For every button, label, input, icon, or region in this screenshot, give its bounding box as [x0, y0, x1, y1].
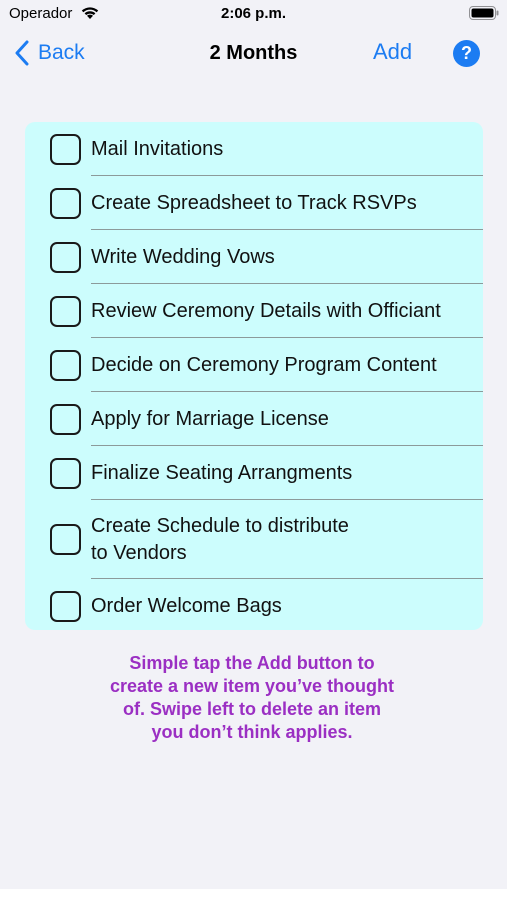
checklist-item-label-line: Create Schedule to distribute [91, 515, 349, 537]
hint-line: Simple tap the Add button to [129, 653, 375, 673]
checklist-item-label-line: Finalize Seating Arrangments [91, 462, 353, 484]
checkbox[interactable] [50, 591, 81, 622]
navigation-bar: Back 2 Months Add ? [0, 30, 507, 76]
checklist-item-label: Finalize Seating Arrangments [91, 460, 471, 487]
hint-text: Simple tap the Add button to create a new… [60, 652, 444, 744]
back-button[interactable]: Back [14, 38, 85, 68]
checklist-item-label: Apply for Marriage License [91, 406, 471, 433]
battery-icon [469, 6, 499, 20]
checkbox[interactable] [50, 524, 81, 555]
checkbox[interactable] [50, 350, 81, 381]
checklist-item[interactable]: Finalize Seating Arrangments [25, 446, 483, 500]
checkbox[interactable] [50, 296, 81, 327]
checklist-item-label: Decide on Ceremony Program Content [91, 352, 471, 379]
checklist-item-label-line: Review Ceremony Details with Officiant [91, 300, 441, 322]
checklist-item[interactable]: Create Spreadsheet to Track RSVPs [25, 176, 483, 230]
checkbox[interactable] [50, 458, 81, 489]
checkbox[interactable] [50, 242, 81, 273]
checklist-item[interactable]: Write Wedding Vows [25, 230, 483, 284]
back-label: Back [38, 41, 85, 64]
checkbox[interactable] [50, 404, 81, 435]
checklist-item-label: Create Spreadsheet to Track RSVPs [91, 190, 471, 217]
checklist-item-label-line: Mail Invitations [91, 138, 224, 160]
checklist-item-label-line: Apply for Marriage License [91, 408, 329, 430]
question-mark-icon: ? [461, 43, 472, 63]
checklist-item-label-line: Order Welcome Bags [91, 595, 282, 617]
checklist-item[interactable]: Apply for Marriage License [25, 392, 483, 446]
screen-background: Operador 2:06 p.m. Back 2 Months Add ? M… [0, 0, 507, 889]
checklist-item-label-line: Create Spreadsheet to Track RSVPs [91, 192, 417, 214]
checklist-item[interactable]: Review Ceremony Details with Officiant [25, 284, 483, 338]
checklist-item-label: Review Ceremony Details with Officiant [91, 298, 471, 325]
add-button[interactable]: Add [373, 39, 412, 65]
checklist-item[interactable]: Order Welcome Bags [25, 579, 483, 630]
checklist-item[interactable]: Create Schedule to distribute to Vendors [25, 500, 483, 579]
checklist-item-label: Create Schedule to distribute to Vendors [91, 513, 471, 567]
hint-line: create a new item you’ve thought [109, 676, 395, 696]
checklist-item-label: Order Welcome Bags [91, 593, 471, 620]
hint-line: you don’t think applies. [151, 722, 353, 742]
status-time: 2:06 p.m. [220, 5, 287, 22]
checklist-item-label-line: Decide on Ceremony Program Content [91, 354, 437, 376]
hint-line: of. Swipe left to delete an item [122, 699, 382, 719]
checkbox[interactable] [50, 188, 81, 219]
checklist-item[interactable]: Mail Invitations [25, 122, 483, 176]
checklist-item-label: Mail Invitations [91, 136, 471, 163]
checklist-item[interactable]: Decide on Ceremony Program Content [25, 338, 483, 392]
checklist-card: Mail Invitations Create Spreadsheet to Tr… [25, 122, 483, 630]
checklist-item-label-line: Write Wedding Vows [91, 246, 275, 268]
status-bar: Operador 2:06 p.m. [0, 0, 507, 30]
checkbox[interactable] [50, 134, 81, 165]
checklist-item-label: Write Wedding Vows [91, 244, 471, 271]
chevron-left-icon [15, 40, 29, 66]
checklist-item-label-line: to Vendors [91, 542, 187, 564]
help-button[interactable]: ? [453, 40, 480, 67]
